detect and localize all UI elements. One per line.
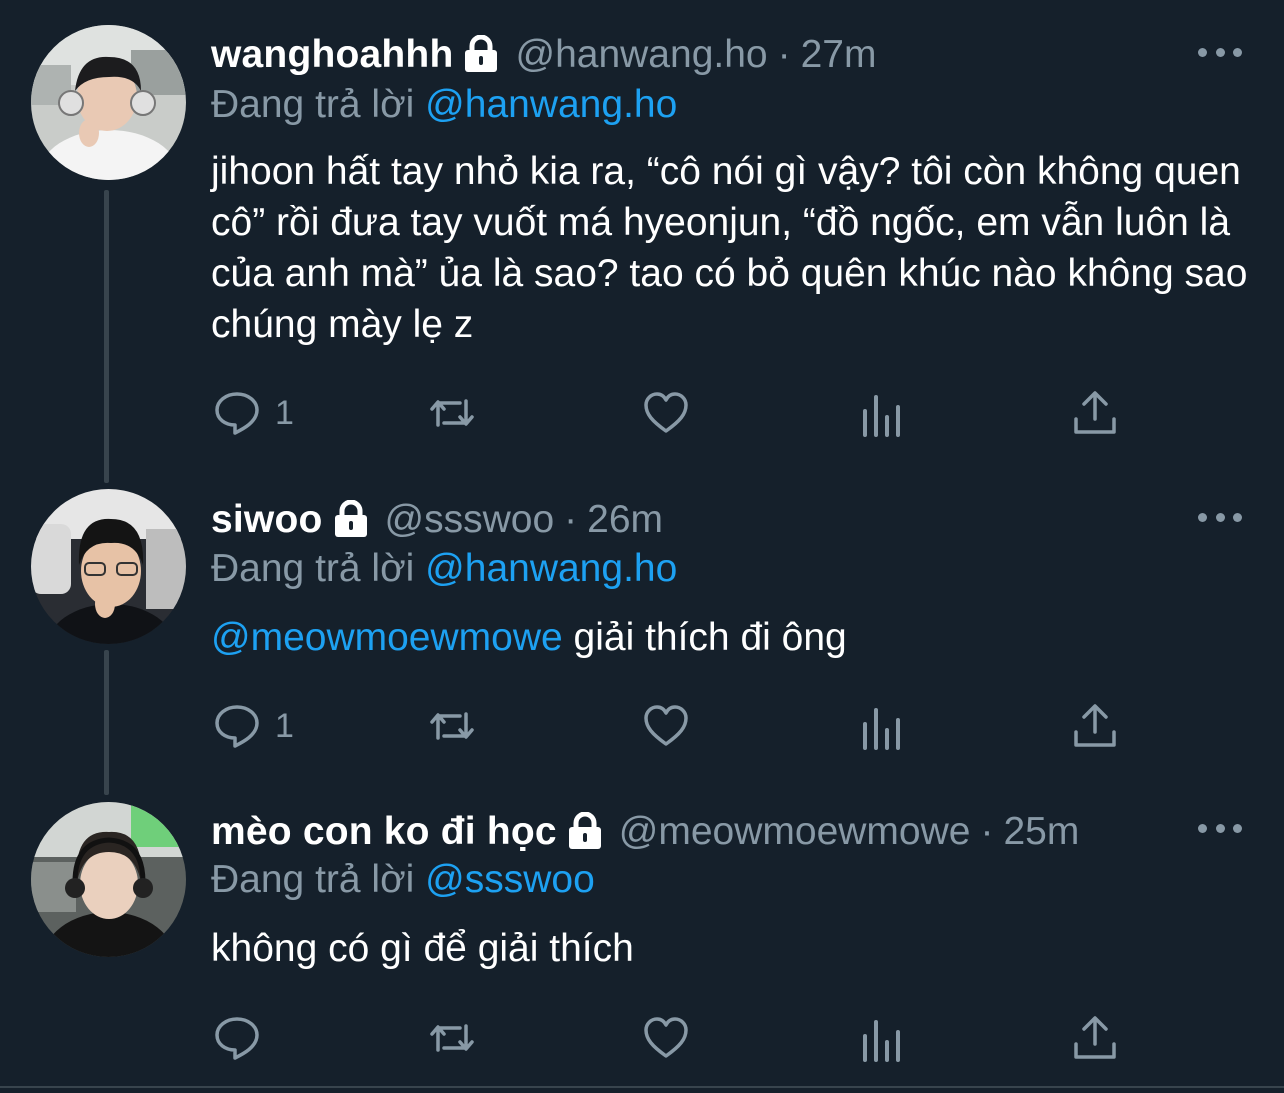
heart-icon — [644, 705, 688, 746]
lock-icon — [461, 35, 501, 75]
retweet-icon — [430, 399, 474, 427]
divider — [0, 1086, 1284, 1088]
share-button[interactable] — [1071, 1008, 1119, 1068]
body-mention[interactable]: @meowmoewmowe — [211, 616, 563, 659]
action-bar: 1 — [0, 383, 1284, 443]
analytics-icon — [863, 1020, 900, 1062]
tweet[interactable]: siwoo @ssswoo · 26m Đang trả lời @hanwan… — [0, 470, 1284, 780]
reply-button[interactable]: 1 — [213, 383, 294, 443]
tweet[interactable]: mèo con ko đi học @meowmoewmowe · 25m Đa… — [0, 780, 1284, 1086]
display-name[interactable]: wanghoahhh — [211, 33, 453, 77]
lock-icon — [331, 500, 371, 540]
timestamp[interactable]: 25m — [1003, 810, 1079, 854]
timestamp[interactable]: 26m — [587, 498, 663, 542]
retweet-button[interactable] — [428, 1008, 476, 1068]
share-icon — [1074, 391, 1116, 434]
reply-count: 1 — [275, 706, 294, 745]
avatar[interactable] — [31, 802, 186, 957]
replying-to: Đang trả lời @ssswoo — [211, 855, 595, 905]
body-text: giải thích đi ông — [562, 616, 847, 659]
retweet-button[interactable] — [428, 696, 476, 756]
heart-icon — [644, 1017, 688, 1058]
replying-label: Đang trả lời — [211, 858, 415, 901]
display-name[interactable]: siwoo — [211, 498, 323, 542]
separator: · — [980, 810, 994, 853]
reply-icon — [215, 392, 259, 435]
like-button[interactable] — [642, 1008, 690, 1068]
analytics-button[interactable] — [857, 696, 905, 756]
reply-button[interactable] — [213, 1008, 261, 1068]
replying-label: Đang trả lời — [211, 547, 415, 590]
tweet-text: jihoon hất tay nhỏ kia ra, “cô nói gì vậ… — [211, 150, 1248, 346]
avatar[interactable] — [31, 489, 186, 644]
tweet[interactable]: wanghoahhh @hanwang.ho · 27m Đang trả lờ… — [0, 0, 1284, 470]
analytics-icon — [863, 708, 900, 750]
tweet-header: siwoo @ssswoo · 26m — [211, 495, 663, 545]
tweet-header: mèo con ko đi học @meowmoewmowe · 25m — [211, 807, 1079, 857]
retweet-button[interactable] — [428, 383, 476, 443]
heart-icon — [644, 392, 688, 433]
analytics-button[interactable] — [857, 383, 905, 443]
separator: · — [564, 498, 578, 541]
like-button[interactable] — [642, 383, 690, 443]
retweet-icon — [430, 1024, 474, 1052]
reply-count: 1 — [275, 393, 294, 432]
replying-label: Đang trả lời — [211, 83, 415, 126]
analytics-button[interactable] — [857, 1008, 905, 1068]
timestamp[interactable]: 27m — [801, 33, 877, 77]
more-icon[interactable] — [1198, 37, 1242, 67]
share-button[interactable] — [1071, 696, 1119, 756]
action-bar — [0, 1008, 1284, 1068]
reply-icon — [215, 1017, 259, 1060]
handle[interactable]: @meowmoewmowe — [619, 810, 971, 854]
replying-mention[interactable]: @hanwang.ho — [425, 83, 677, 126]
more-icon[interactable] — [1198, 502, 1242, 532]
replying-to: Đang trả lời @hanwang.ho — [211, 544, 677, 594]
tweet-text: không có gì để giải thích — [211, 927, 634, 970]
tweet-text: @meowmoewmowe giải thích đi ông — [211, 612, 1251, 663]
avatar[interactable] — [31, 25, 186, 180]
retweet-icon — [430, 712, 474, 740]
analytics-icon — [863, 395, 900, 437]
tweet-header: wanghoahhh @hanwang.ho · 27m — [211, 30, 876, 80]
share-icon — [1074, 1016, 1116, 1059]
reply-button[interactable]: 1 — [213, 696, 294, 756]
like-button[interactable] — [642, 696, 690, 756]
share-button[interactable] — [1071, 383, 1119, 443]
action-bar: 1 — [0, 696, 1284, 756]
lock-icon — [565, 812, 605, 852]
more-icon[interactable] — [1198, 813, 1242, 843]
separator: · — [777, 33, 791, 76]
share-icon — [1074, 704, 1116, 747]
handle[interactable]: @hanwang.ho — [515, 33, 767, 77]
handle[interactable]: @ssswoo — [385, 498, 555, 542]
replying-to: Đang trả lời @hanwang.ho — [211, 80, 677, 130]
reply-icon — [215, 705, 259, 748]
replying-mention[interactable]: @hanwang.ho — [425, 547, 677, 590]
replying-mention[interactable]: @ssswoo — [425, 858, 595, 901]
display-name[interactable]: mèo con ko đi học — [211, 810, 557, 854]
